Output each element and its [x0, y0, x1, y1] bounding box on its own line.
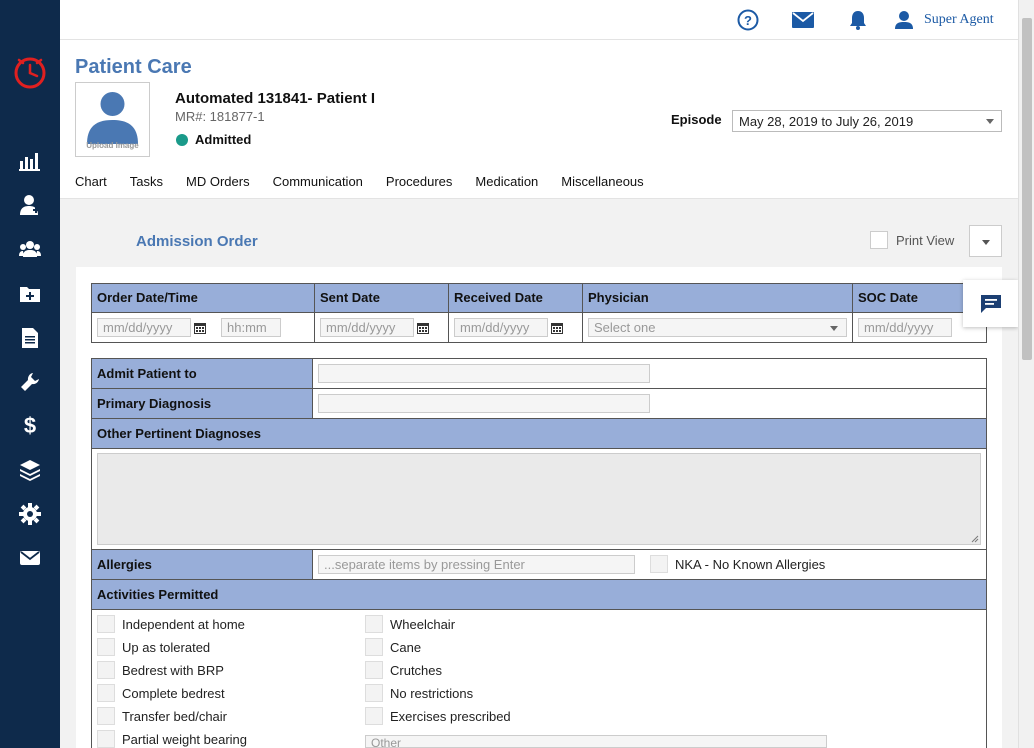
dashboard-chart-icon[interactable] — [18, 149, 42, 173]
calendar-icon[interactable] — [551, 322, 563, 334]
activity-label: Partial weight bearing — [122, 732, 248, 747]
activity-checkbox[interactable] — [97, 684, 115, 702]
messages-mail-icon[interactable] — [791, 8, 815, 32]
activity-checkbox[interactable] — [97, 661, 115, 679]
activity-label: Crutches — [390, 663, 443, 678]
activity-checkbox[interactable] — [97, 730, 115, 748]
print-options-dropdown[interactable] — [969, 225, 1002, 257]
tab-miscellaneous[interactable]: Miscellaneous — [561, 174, 643, 189]
activity-checkbox[interactable] — [97, 638, 115, 656]
app-logo-icon[interactable] — [13, 56, 47, 90]
tab-tasks[interactable]: Tasks — [130, 174, 163, 189]
order-date-header: Order Date/Time — [91, 283, 315, 313]
tab-chart[interactable]: Chart — [75, 174, 107, 189]
tab-medication[interactable]: Medication — [475, 174, 538, 189]
activity-label: Exercises prescribed — [390, 709, 511, 724]
settings-gear-icon[interactable] — [18, 502, 42, 526]
calendar-icon[interactable] — [417, 322, 429, 334]
folder-add-icon[interactable] — [18, 282, 42, 306]
chevron-down-icon — [982, 240, 990, 245]
activity-checkbox[interactable] — [365, 615, 383, 633]
billing-dollar-icon[interactable]: $ — [18, 413, 42, 438]
print-view-label: Print View — [896, 233, 955, 248]
admission-order-form: Order Date/Time Sent Date Received Date … — [76, 267, 1002, 748]
calendar-icon[interactable] — [194, 322, 206, 334]
activity-label: Cane — [390, 640, 422, 655]
sent-date-header: Sent Date — [314, 283, 449, 313]
activity-checkbox[interactable] — [365, 684, 383, 702]
activity-label: Transfer bed/chair — [122, 709, 228, 724]
nka-checkbox[interactable] — [650, 555, 668, 573]
user-name[interactable]: Super Agent — [924, 12, 994, 28]
activity-checkbox[interactable] — [365, 661, 383, 679]
tab-procedures[interactable]: Procedures — [386, 174, 452, 189]
page-title: Patient Care — [75, 56, 192, 78]
order-date-input[interactable]: mm/dd/yyyy — [97, 318, 191, 337]
wrench-icon[interactable] — [18, 370, 42, 394]
patient-user-icon[interactable] — [18, 193, 42, 217]
print-view-checkbox[interactable] — [870, 231, 888, 249]
upload-image-label: Upload Image — [86, 141, 139, 150]
allergies-label: Allergies — [91, 549, 313, 580]
activity-checkbox[interactable] — [365, 638, 383, 656]
admit-patient-to-input[interactable] — [318, 364, 650, 383]
physician-select-placeholder: Select one — [594, 320, 656, 335]
tab-md-orders[interactable]: MD Orders — [186, 174, 250, 189]
tab-communication[interactable]: Communication — [273, 174, 363, 189]
received-date-input[interactable]: mm/dd/yyyy — [454, 318, 548, 337]
resize-handle-icon[interactable] — [971, 535, 979, 543]
activities-permitted-label: Activities Permitted — [91, 579, 987, 610]
soc-date-input[interactable]: mm/dd/yyyy — [858, 318, 952, 337]
help-icon[interactable]: ? — [736, 8, 760, 32]
admit-patient-to-label: Admit Patient to — [91, 358, 313, 389]
nka-label: NKA - No Known Allergies — [675, 557, 826, 572]
primary-diagnosis-label: Primary Diagnosis — [91, 388, 313, 419]
primary-diagnosis-input[interactable] — [318, 394, 650, 413]
mail-icon[interactable] — [18, 546, 42, 570]
patient-status: Admitted — [195, 132, 252, 147]
patient-tabs: Chart Tasks MD Orders Communication Proc… — [75, 174, 667, 189]
chevron-down-icon — [830, 326, 838, 331]
status-dot-icon — [176, 134, 188, 146]
activity-label: Wheelchair — [390, 617, 456, 632]
received-date-header: Received Date — [448, 283, 583, 313]
scrollbar-thumb[interactable] — [1022, 18, 1032, 360]
document-icon[interactable] — [18, 326, 42, 350]
activity-checkbox[interactable] — [365, 707, 383, 725]
sent-date-input[interactable]: mm/dd/yyyy — [320, 318, 414, 337]
allergies-input[interactable]: ...separate items by pressing Enter — [318, 555, 635, 574]
activity-label: Independent at home — [122, 617, 245, 632]
other-pertinent-diagnoses-textarea[interactable] — [97, 453, 981, 545]
other-activity-input[interactable]: Other — [365, 735, 827, 748]
activity-label: Complete bedrest — [122, 686, 225, 701]
activity-checkbox[interactable] — [97, 615, 115, 633]
physician-header: Physician — [582, 283, 853, 313]
sidebar: $ — [0, 0, 60, 748]
medical-record-number: MR#: 181877-1 — [175, 109, 265, 124]
other-pertinent-diagnoses-label: Other Pertinent Diagnoses — [91, 418, 987, 449]
patient-header: Patient Care Upload Image Automated 1318… — [60, 40, 1018, 199]
layers-icon[interactable] — [18, 458, 42, 482]
patient-avatar[interactable]: Upload Image — [75, 82, 150, 157]
chat-button[interactable] — [963, 280, 1018, 327]
svg-text:?: ? — [744, 13, 752, 28]
activity-label: No restrictions — [390, 686, 474, 701]
episode-select[interactable]: May 28, 2019 to July 26, 2019 — [732, 110, 1002, 132]
section-title: Admission Order — [136, 233, 258, 250]
activity-label: Up as tolerated — [122, 640, 211, 655]
episode-label: Episode — [671, 112, 722, 127]
notifications-bell-icon[interactable] — [846, 8, 870, 32]
physician-select[interactable]: Select one — [588, 318, 847, 337]
user-account-icon[interactable] — [892, 8, 916, 32]
page-scrollbar[interactable] — [1018, 0, 1034, 748]
chevron-down-icon — [986, 119, 994, 124]
patient-name: Automated 131841- Patient I — [175, 90, 376, 107]
activity-checkbox[interactable] — [97, 707, 115, 725]
episode-value: May 28, 2019 to July 26, 2019 — [739, 114, 914, 129]
top-bar: ? Super Agent — [60, 0, 1018, 40]
activity-label: Bedrest with BRP — [122, 663, 224, 678]
users-group-icon[interactable] — [18, 237, 42, 261]
order-time-input[interactable]: hh:mm — [221, 318, 281, 337]
chat-bubble-icon — [980, 294, 1001, 313]
